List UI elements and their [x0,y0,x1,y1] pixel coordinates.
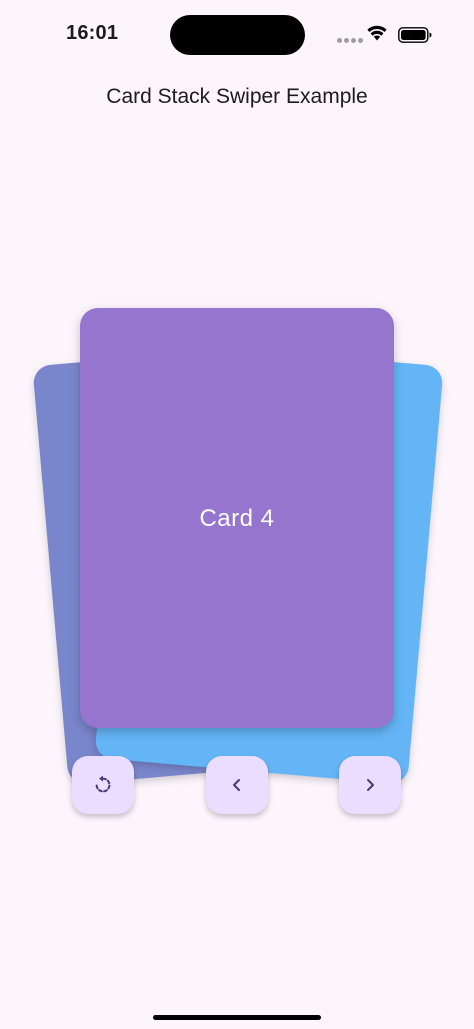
battery-icon [398,27,432,43]
card-stack[interactable]: Card 4 [0,290,474,785]
undo-button[interactable] [72,756,134,814]
chevron-right-icon [367,779,374,791]
home-indicator[interactable] [153,1015,321,1020]
dynamic-island [170,15,305,55]
status-bar: 16:01 [0,0,474,60]
wifi-icon [367,25,387,41]
undo-icon [95,775,111,793]
cellular-signal-icon [337,38,363,44]
next-button[interactable] [339,756,401,814]
chevron-left-icon [233,779,240,791]
previous-button[interactable] [206,756,268,814]
front-card[interactable]: Card 4 [80,308,394,728]
page-title: Card Stack Swiper Example [106,85,368,108]
status-time: 16:01 [66,22,119,44]
card-label: Card 4 [199,505,275,532]
